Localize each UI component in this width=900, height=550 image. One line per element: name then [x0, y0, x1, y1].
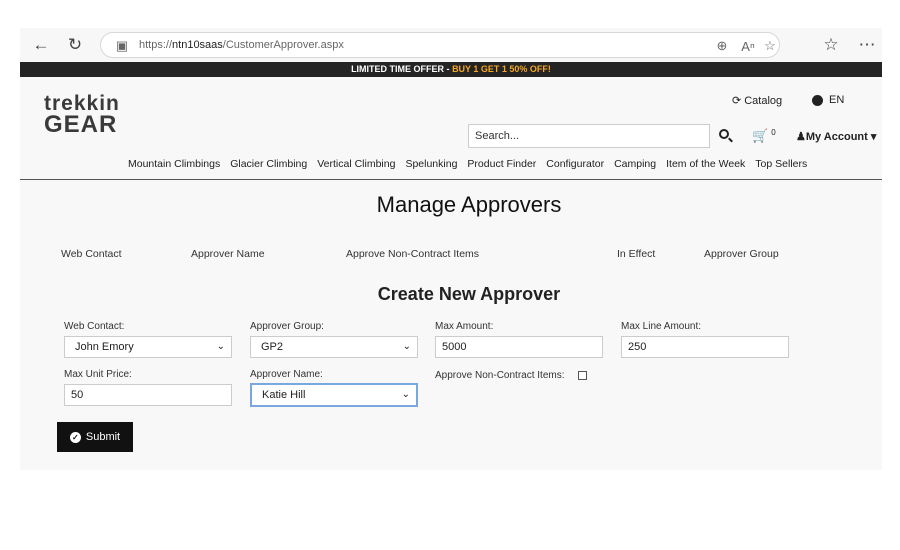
- main-nav: Mountain Climbings Glacier Climbing Vert…: [128, 158, 807, 170]
- browser-toolbar: ← ↻ ▣ https://ntn10saas/CustomerApprover…: [20, 28, 882, 62]
- catalog-label: Catalog: [744, 94, 783, 107]
- logo-text-bottom: GEAR: [44, 110, 118, 138]
- refresh-icon[interactable]: ↻: [64, 34, 86, 56]
- read-aloud-icon[interactable]: Aⁿ: [739, 37, 757, 55]
- chevron-down-icon: ⌄: [402, 341, 411, 352]
- language-label: EN: [829, 94, 845, 106]
- nav-item-camping[interactable]: Camping: [614, 158, 656, 170]
- promo-deal: BUY 1 GET 1 50% OFF!: [452, 64, 551, 74]
- non-contract-label: Approve Non-Contract Items:: [435, 370, 565, 381]
- search-input[interactable]: [468, 124, 710, 148]
- web-contact-value: John Emory: [75, 341, 134, 353]
- caret-down-icon: ▾: [867, 131, 877, 143]
- submit-button[interactable]: ✓ Submit: [57, 422, 133, 452]
- cart-button[interactable]: 🛒 0: [752, 128, 776, 144]
- search-icon[interactable]: [718, 128, 734, 144]
- chevron-down-icon: ⌄: [216, 341, 225, 352]
- chevron-down-icon: ⌄: [401, 389, 410, 400]
- nav-item-vertical-climbing[interactable]: Vertical Climbing: [317, 158, 395, 170]
- language-selector[interactable]: EN: [812, 94, 844, 106]
- promo-label: LIMITED TIME OFFER -: [351, 64, 453, 74]
- approver-group-label: Approver Group:: [250, 321, 324, 332]
- cart-icon: 🛒: [752, 128, 769, 143]
- page-title: Manage Approvers: [376, 192, 562, 217]
- site-logo[interactable]: trekkin GEAR: [44, 93, 154, 138]
- check-circle-icon: ✓: [69, 431, 81, 443]
- max-amount-value: 5000: [442, 341, 467, 353]
- web-contact-select[interactable]: John Emory ⌄: [64, 336, 232, 358]
- max-line-amount-label: Max Line Amount:: [621, 321, 702, 332]
- max-amount-input[interactable]: 5000: [435, 336, 603, 358]
- refresh-icon: ⟳: [732, 95, 742, 107]
- site-info-icon[interactable]: ▣: [113, 37, 131, 55]
- nav-item-product-finder[interactable]: Product Finder: [467, 158, 536, 170]
- cart-count: 0: [771, 128, 776, 137]
- column-header-non-contract[interactable]: Approve Non-Contract Items: [346, 248, 479, 260]
- max-amount-label: Max Amount:: [435, 321, 494, 332]
- max-line-amount-value: 250: [628, 341, 647, 353]
- catalog-link[interactable]: ⟳ Catalog: [732, 94, 783, 108]
- approver-group-select[interactable]: GP2 ⌄: [250, 336, 418, 358]
- approver-name-value: Katie Hill: [262, 389, 306, 401]
- submit-label: Submit: [85, 431, 121, 443]
- nav-item-top-sellers[interactable]: Top Sellers: [755, 158, 807, 170]
- address-bar[interactable]: ▣ https://ntn10saas/CustomerApprover.asp…: [100, 32, 780, 58]
- nav-item-mountain-climbings[interactable]: Mountain Climbings: [128, 158, 220, 170]
- approver-name-label: Approver Name:: [250, 369, 323, 380]
- back-icon[interactable]: ←: [30, 34, 52, 56]
- approver-group-value: GP2: [261, 341, 284, 353]
- nav-item-spelunking[interactable]: Spelunking: [405, 158, 457, 170]
- nav-item-item-of-the-week[interactable]: Item of the Week: [666, 158, 745, 170]
- zoom-icon[interactable]: ⊕: [713, 37, 731, 55]
- form-title: Create New Approver: [377, 284, 561, 304]
- max-unit-price-label: Max Unit Price:: [64, 369, 132, 380]
- nav-divider: [20, 179, 882, 180]
- favorites-icon[interactable]: ☆: [820, 34, 842, 56]
- max-unit-price-value: 50: [71, 389, 84, 401]
- user-icon: ♟: [796, 131, 806, 143]
- column-header-web-contact[interactable]: Web Contact: [61, 248, 122, 260]
- approver-name-select[interactable]: Katie Hill ⌄: [250, 383, 418, 407]
- more-icon[interactable]: ⋯: [856, 34, 878, 56]
- max-unit-price-input[interactable]: 50: [64, 384, 232, 406]
- column-header-in-effect[interactable]: In Effect: [617, 248, 655, 260]
- promo-banner[interactable]: LIMITED TIME OFFER - BUY 1 GET 1 50% OFF…: [20, 62, 882, 77]
- url-text: https://ntn10saas/CustomerApprover.aspx: [139, 39, 344, 51]
- column-header-approver-name[interactable]: Approver Name: [191, 248, 265, 260]
- account-label: My Account: [805, 131, 868, 143]
- max-line-amount-input[interactable]: 250: [621, 336, 789, 358]
- web-contact-label: Web Contact:: [64, 321, 125, 332]
- account-menu[interactable]: ♟My Account ▾: [796, 130, 876, 143]
- nav-item-configurator[interactable]: Configurator: [546, 158, 604, 170]
- column-header-approver-group[interactable]: Approver Group: [704, 248, 779, 260]
- nav-item-glacier-climbing[interactable]: Glacier Climbing: [230, 158, 307, 170]
- non-contract-checkbox[interactable]: [578, 371, 587, 380]
- favorite-star-icon[interactable]: ☆: [761, 37, 779, 55]
- globe-icon: [812, 94, 823, 106]
- page-content: LIMITED TIME OFFER - BUY 1 GET 1 50% OFF…: [20, 62, 882, 470]
